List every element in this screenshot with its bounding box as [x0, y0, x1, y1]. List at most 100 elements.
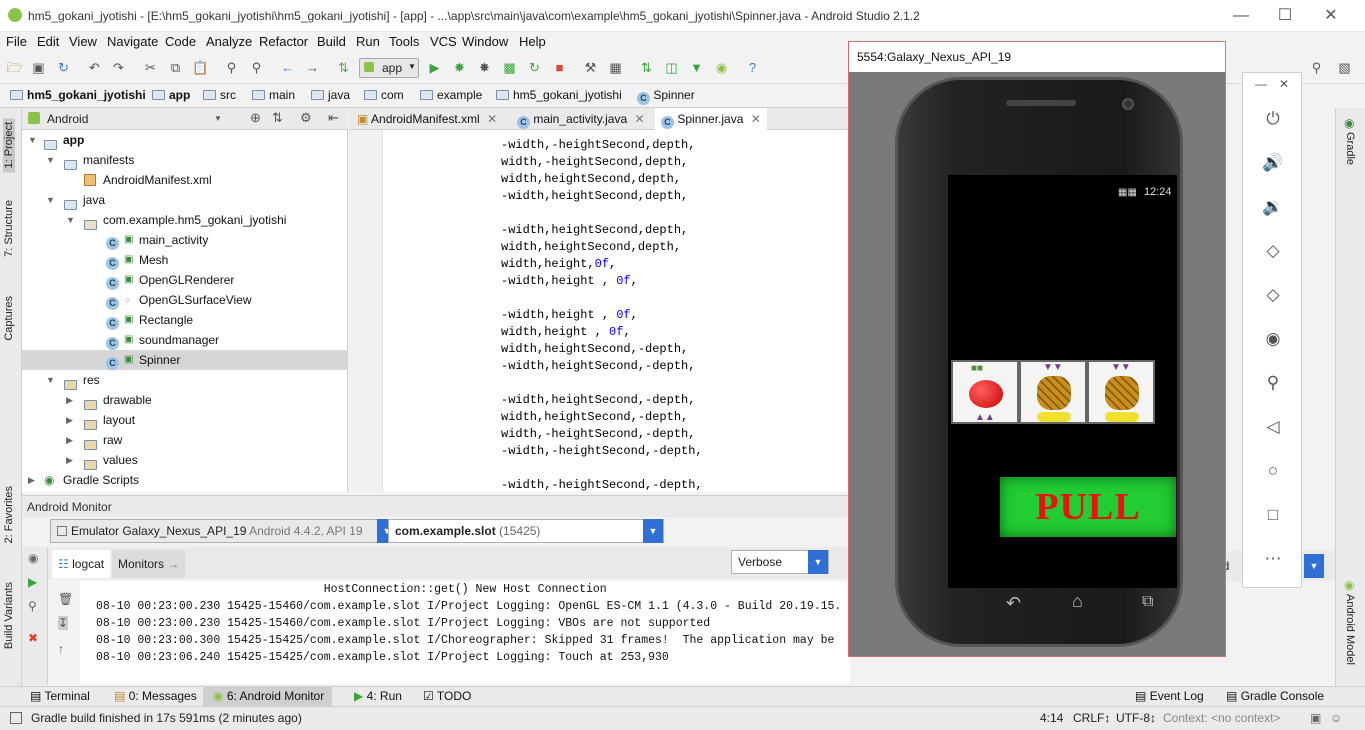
logcat-output[interactable]: HostConnection::get() New Host Connectio… — [80, 581, 850, 684]
paste-icon[interactable]: 📋 — [192, 60, 209, 76]
breadcrumb-item[interactable]: com — [364, 88, 404, 102]
tab-androidmanifest[interactable]: ▣ AndroidManifest.xml ✕ — [351, 108, 503, 130]
tree-item-res[interactable]: ▼ res — [22, 370, 348, 390]
caret-position[interactable]: 4:14 — [1040, 711, 1063, 725]
device-select[interactable]: Emulator Galaxy_Nexus_API_19 Android 4.4… — [50, 519, 398, 543]
tree-item-openglrenderer[interactable]: C ▣ OpenGLRenderer — [22, 270, 348, 290]
tool-tab-favorites[interactable]: 2: Favorites — [3, 486, 15, 543]
phone-screen[interactable]: ▦▦ 12:24 ■■ ▲▲ ▼▼ ▼▼ PULL ↶ ⌂ ⧉ — [948, 175, 1177, 613]
tree-item-java[interactable]: ▼ java — [22, 190, 348, 210]
menu-run[interactable]: Run — [356, 34, 380, 49]
camera-icon[interactable]: ◉ — [1261, 327, 1285, 351]
tree-item-package[interactable]: ▼ com.example.hm5_gokani_jyotishi — [22, 210, 348, 230]
tab-todo[interactable]: ☑ TODO — [423, 689, 471, 703]
stop-icon[interactable]: ■ — [551, 60, 568, 76]
up-icon[interactable]: ↑ — [58, 642, 64, 656]
help-icon[interactable]: ? — [744, 60, 761, 76]
maximize-icon[interactable]: ☐ — [1274, 6, 1296, 26]
tree-item-layout[interactable]: ▶ layout — [22, 410, 348, 430]
copy-icon[interactable]: ⧉ — [167, 60, 184, 76]
tree-item-gradle-scripts[interactable]: ▶ ◉ Gradle Scripts — [22, 470, 348, 490]
cut-icon[interactable]: ✂ — [142, 60, 159, 76]
tree-item-spinner[interactable]: C ▣ Spinner — [22, 350, 348, 370]
tree-item-mesh[interactable]: C ▣ Mesh — [22, 250, 348, 270]
sdk-manager-icon[interactable]: ▼ — [688, 60, 705, 76]
menu-vcs[interactable]: VCS — [430, 34, 457, 49]
close-tab-icon[interactable]: ✕ — [487, 112, 497, 126]
tab-main-activity[interactable]: C main_activity.java ✕ — [511, 108, 651, 130]
minimize-icon[interactable]: — — [1255, 77, 1267, 91]
breadcrumb-item[interactable]: C Spinner — [637, 88, 695, 105]
debug-icon[interactable]: ✸ — [451, 60, 468, 76]
rotate-right-icon[interactable]: ◇ — [1261, 283, 1285, 307]
avd-manager-icon[interactable]: ◫ — [663, 60, 680, 76]
pull-button[interactable]: PULL — [1000, 477, 1176, 537]
tab-gradle-console[interactable]: ▤ Gradle Console — [1226, 689, 1324, 703]
gear-icon[interactable]: ⚙ — [300, 110, 312, 126]
tree-item-drawable[interactable]: ▶ drawable — [22, 390, 348, 410]
open-folder-icon[interactable]: 🗁 — [6, 60, 23, 76]
tree-item-app[interactable]: ▼ app — [22, 130, 348, 150]
menu-help[interactable]: Help — [519, 34, 546, 49]
close-tab-icon[interactable]: ✕ — [635, 112, 645, 126]
screenshot-icon[interactable]: ◉ — [28, 551, 38, 565]
rotate-left-icon[interactable]: ◇ — [1261, 239, 1285, 263]
rerun-icon[interactable]: ↻ — [526, 60, 543, 76]
tree-item-androidmanifest[interactable]: AndroidManifest.xml — [22, 170, 348, 190]
scroll-from-source-icon[interactable]: ⊕ — [250, 110, 261, 126]
tree-item-main-activity[interactable]: C ▣ main_activity — [22, 230, 348, 250]
run-config-select[interactable]: app ▼ — [359, 58, 419, 78]
close-icon[interactable]: ✕ — [1320, 6, 1342, 26]
volume-up-icon[interactable]: 🔊 — [1261, 151, 1285, 175]
menu-code[interactable]: Code — [165, 34, 196, 49]
tab-spinner[interactable]: C Spinner.java ✕ — [655, 108, 767, 130]
chevron-down-icon[interactable]: ▼ — [214, 114, 222, 123]
android-device-monitor-icon[interactable]: ◉ — [713, 60, 730, 76]
tool-tab-android-model[interactable]: Android Model — [1344, 594, 1356, 665]
log-level-select[interactable]: Verbose ▼ — [731, 550, 829, 574]
settings-icon[interactable]: ⚒ — [582, 60, 599, 76]
more-icon[interactable]: ⋯ — [1261, 547, 1285, 571]
tree-item-values[interactable]: ▶ values — [22, 450, 348, 470]
replace-icon[interactable]: ⚲ — [248, 60, 265, 76]
coverage-icon[interactable]: ✸ — [476, 60, 493, 76]
tab-run[interactable]: ▶ 4: Run — [354, 689, 402, 703]
menu-view[interactable]: View — [69, 34, 97, 49]
tree-item-rectangle[interactable]: C ▣ Rectangle — [22, 310, 348, 330]
menu-window[interactable]: Window — [462, 34, 508, 49]
breadcrumb-item[interactable]: hm5_gokani_jyotishi — [10, 88, 146, 102]
breadcrumb-item[interactable]: java — [311, 88, 350, 102]
volume-down-icon[interactable]: 🔉 — [1261, 195, 1285, 219]
clear-logcat-icon[interactable]: 🗑 — [58, 592, 73, 606]
find-icon[interactable]: ⚲ — [223, 60, 240, 76]
tool-tab-structure[interactable]: 7: Structure — [3, 200, 15, 257]
scroll-to-end-icon[interactable]: ↧ — [58, 616, 69, 630]
home-nav-icon[interactable]: ⌂ — [1072, 591, 1083, 612]
tool-tab-build-variants[interactable]: Build Variants — [3, 582, 15, 649]
extra-toolbar-icon[interactable]: ▧ — [1336, 60, 1353, 76]
back-icon[interactable]: ← — [279, 60, 296, 76]
breadcrumb-item[interactable]: src — [203, 88, 236, 102]
menu-build[interactable]: Build — [317, 34, 346, 49]
search-icon[interactable]: ⚲ — [1308, 60, 1325, 76]
project-structure-icon[interactable]: ▦ — [607, 60, 624, 76]
breadcrumb-item[interactable]: app — [152, 88, 190, 102]
line-separator[interactable]: CRLF↕ — [1073, 711, 1110, 725]
tree-item-soundmanager[interactable]: C ▣ soundmanager — [22, 330, 348, 350]
home-icon[interactable]: ○ — [1261, 459, 1285, 483]
minimize-icon[interactable]: — — [1230, 6, 1252, 26]
attach-debugger-icon[interactable]: ▩ — [501, 60, 518, 76]
undo-icon[interactable]: ↶ — [86, 60, 103, 76]
tab-messages[interactable]: ▤ 0: Messages — [114, 689, 197, 703]
code-editor[interactable]: -width,-heightSecond,depth, width,-heigh… — [383, 130, 850, 492]
menu-analyze[interactable]: Analyze — [206, 34, 252, 49]
breadcrumb-item[interactable]: hm5_gokani_jyotishi — [496, 88, 622, 102]
make-project-icon[interactable]: ⇅ — [335, 60, 352, 76]
gradle-sync-icon[interactable]: ⇅ — [638, 60, 655, 76]
file-encoding[interactable]: UTF-8↕ — [1116, 711, 1156, 725]
tool-tab-gradle[interactable]: Gradle — [1344, 132, 1356, 165]
tree-item-openglsurfaceview[interactable]: C ○ OpenGLSurfaceView — [22, 290, 348, 310]
context-indicator[interactable]: Context: <no context> — [1163, 711, 1280, 725]
close-tab-icon[interactable]: ✕ — [751, 112, 761, 126]
tool-tab-captures[interactable]: Captures — [3, 296, 15, 341]
